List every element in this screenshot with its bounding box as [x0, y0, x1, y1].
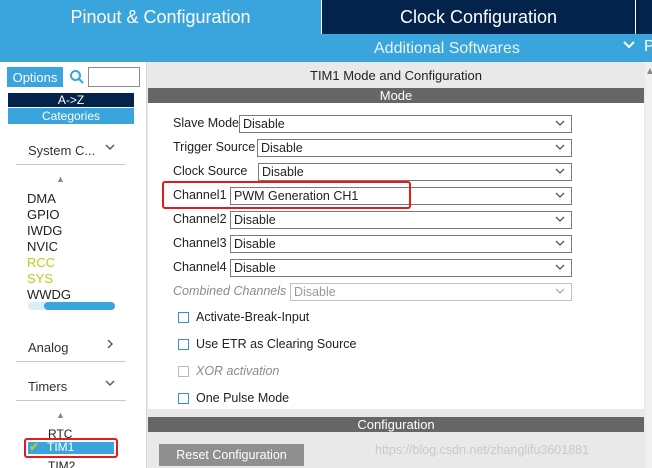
chevron-down-icon: [554, 140, 566, 157]
chevron-down-icon: [104, 141, 116, 156]
category-system-core[interactable]: System C...: [16, 136, 126, 165]
peripheral-nvic[interactable]: NVIC: [27, 239, 58, 254]
channel1-highlight-annotation: [162, 181, 411, 209]
chevron-down-icon: [554, 188, 566, 205]
options-button[interactable]: Options: [7, 67, 63, 87]
checkbox-box: [178, 366, 189, 377]
additional-softwares-label: Additional Softwares: [374, 40, 520, 57]
page-title: TIM1 Mode and Configuration: [310, 68, 482, 83]
peripheral-gpio[interactable]: GPIO: [27, 207, 60, 222]
channel2-select[interactable]: Disable: [230, 211, 572, 229]
category-system-core-label: System C...: [28, 143, 96, 158]
tab-pinout-label: Pinout & Configuration: [70, 6, 251, 27]
scroll-up-icon[interactable]: ▲: [645, 66, 652, 77]
category-analog[interactable]: Analog: [16, 333, 126, 362]
mode-configuration-panel: TIM1 Mode and Configuration Mode Slave M…: [147, 62, 652, 468]
slave-mode-select[interactable]: Disable: [239, 115, 572, 133]
tab-overflow[interactable]: [636, 0, 652, 34]
checkbox-box[interactable]: [178, 339, 189, 350]
chevron-right-icon: [104, 338, 116, 353]
horizontal-scrollbar[interactable]: [28, 302, 115, 310]
mode-section: Slave Mode Disable Trigger Source Disabl…: [148, 103, 644, 409]
channel3-label: Channel3: [173, 236, 227, 250]
category-timers-label: Timers: [28, 379, 68, 394]
sort-az-button[interactable]: A->Z: [8, 93, 134, 107]
combined-channels-value: Disable: [294, 285, 336, 299]
peripheral-tim1-label: TIM1: [47, 440, 75, 454]
chevron-down-icon: [554, 116, 566, 133]
peripheral-tim2[interactable]: TIM2: [48, 459, 75, 468]
channel4-label: Channel4: [173, 260, 227, 274]
tab-clock-configuration[interactable]: Clock Configuration: [322, 0, 635, 34]
trigger-source-select[interactable]: Disable: [257, 139, 572, 157]
category-timers[interactable]: Timers: [16, 372, 126, 401]
combined-channels-select: Disable: [290, 283, 572, 301]
channel3-value: Disable: [234, 237, 276, 251]
tab-clock-label: Clock Configuration: [399, 6, 558, 27]
clock-source-label: Clock Source: [173, 164, 248, 178]
channel4-select[interactable]: Disable: [230, 259, 572, 277]
search-input[interactable]: [88, 67, 140, 87]
peripheral-tim1[interactable]: ✔ TIM1: [24, 438, 118, 458]
chevron-down-icon: [554, 260, 566, 277]
vertical-scrollbar[interactable]: ▲: [645, 62, 652, 468]
channel2-value: Disable: [234, 213, 276, 227]
reset-configuration-button[interactable]: Reset Configuration: [159, 444, 304, 466]
activate-break-input-label: Activate-Break-Input: [196, 310, 310, 324]
category-analog-label: Analog: [28, 340, 69, 355]
checkbox-box[interactable]: [178, 393, 189, 404]
sort-arrows-icon[interactable]: ▲: [56, 410, 65, 420]
clock-source-select[interactable]: Disable: [258, 163, 572, 181]
xor-activation-label: XOR activation: [196, 364, 280, 378]
configuration-section-header: Configuration: [148, 417, 644, 432]
use-etr-label: Use ETR as Clearing Source: [196, 337, 357, 351]
clock-source-value: Disable: [262, 165, 304, 179]
channel4-value: Disable: [234, 261, 276, 275]
slave-mode-label: Slave Mode: [173, 116, 240, 130]
peripheral-sys[interactable]: SYS: [27, 271, 53, 286]
peripheral-rcc[interactable]: RCC: [27, 255, 55, 270]
trigger-source-label: Trigger Source: [173, 140, 256, 154]
chevron-down-icon: [554, 212, 566, 229]
categories-button[interactable]: Categories: [8, 108, 134, 124]
scrollbar-thumb[interactable]: [44, 302, 115, 310]
sort-arrows-icon[interactable]: ▲: [56, 174, 65, 184]
peripheral-dma[interactable]: DMA: [27, 191, 56, 206]
chevron-down-icon[interactable]: [622, 38, 636, 57]
search-icon[interactable]: [68, 67, 86, 87]
watermark: https://blog.csdn.net/zhanglifu3601881: [375, 443, 590, 457]
checkmark-icon: ✔: [29, 440, 40, 454]
mode-section-header: Mode: [148, 88, 644, 103]
peripheral-wwdg[interactable]: WWDG: [27, 287, 71, 302]
checkbox-box[interactable]: [178, 312, 189, 323]
chevron-down-icon: [554, 236, 566, 253]
chevron-down-icon: [104, 377, 116, 392]
chevron-down-icon: [554, 284, 566, 301]
sidebar: Options A->Z Categories System C... ▲ DM…: [0, 62, 147, 468]
additional-softwares-bar[interactable]: Additional Softwares P: [0, 34, 652, 62]
combined-channels-label: Combined Channels: [173, 284, 287, 298]
channel2-label: Channel2: [173, 212, 227, 226]
trigger-source-value: Disable: [261, 141, 303, 155]
chevron-down-icon: [554, 164, 566, 181]
tab-pinout-configuration[interactable]: Pinout & Configuration: [0, 0, 321, 34]
channel3-select[interactable]: Disable: [230, 235, 572, 253]
pinout-view-icon[interactable]: P: [644, 38, 652, 56]
one-pulse-mode-label: One Pulse Mode: [196, 391, 290, 405]
slave-mode-value: Disable: [243, 117, 285, 131]
peripheral-iwdg[interactable]: IWDG: [27, 223, 62, 238]
